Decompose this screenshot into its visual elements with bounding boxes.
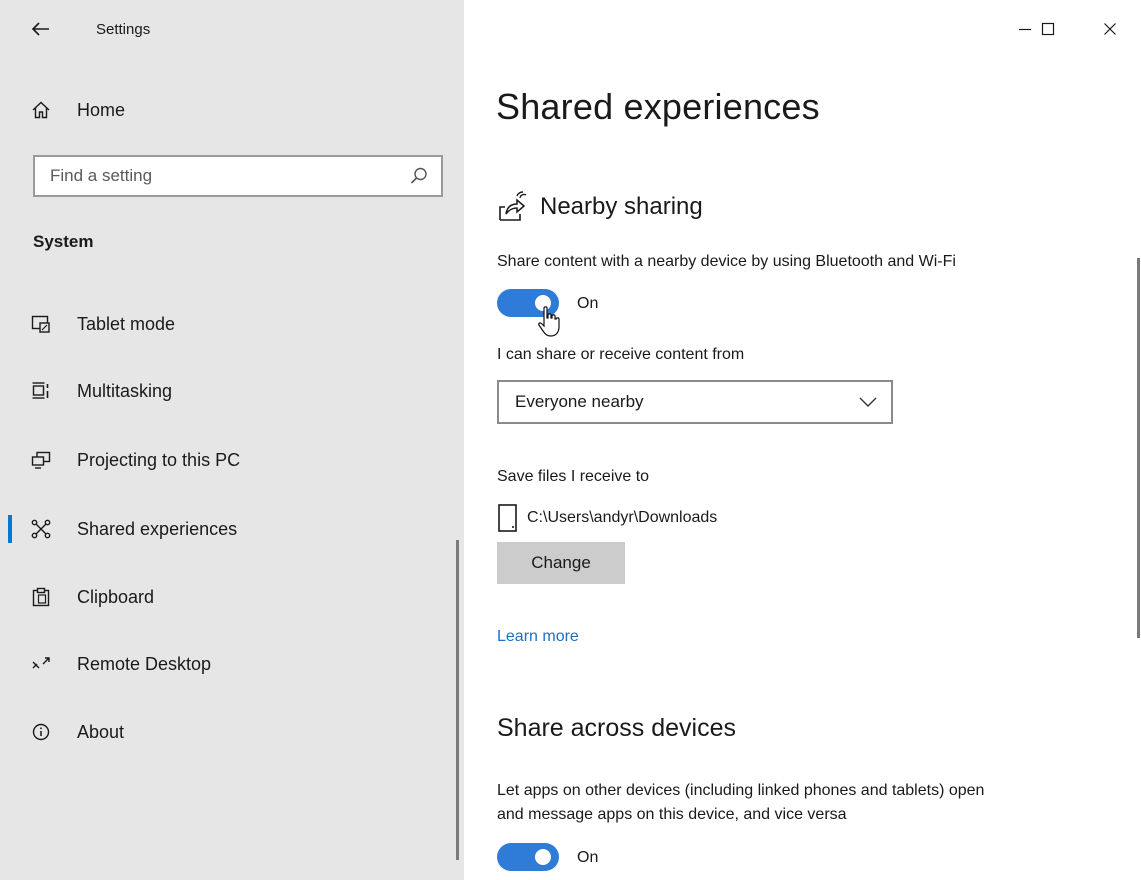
nearby-sharing-heading: Nearby sharing <box>496 190 703 224</box>
sidebar-item-multitasking[interactable]: Multitasking <box>0 367 464 415</box>
chevron-down-icon <box>859 397 877 407</box>
sidebar-item-label: Remote Desktop <box>77 653 212 674</box>
share-across-devices-heading: Share across devices <box>497 714 737 742</box>
info-icon <box>30 721 52 743</box>
sidebar-item-shared-experiences[interactable]: Shared experiences <box>0 505 464 553</box>
toggle-knob <box>535 849 551 865</box>
sidebar-item-label: Tablet mode <box>77 313 176 334</box>
change-button[interactable]: Change <box>497 542 625 584</box>
search-input[interactable] <box>48 165 392 187</box>
device-icon <box>498 504 517 532</box>
sidebar-item-label: Shared experiences <box>77 518 238 539</box>
toggle-knob <box>535 295 551 311</box>
projecting-icon <box>30 449 52 471</box>
sidebar-item-projecting[interactable]: Projecting to this PC <box>0 436 464 484</box>
remote-desktop-icon <box>30 653 52 675</box>
back-button[interactable] <box>26 14 56 44</box>
settings-window: Settings Home System <box>0 0 1141 880</box>
close-icon <box>1104 23 1116 35</box>
sidebar-item-label: About <box>77 721 125 742</box>
maximize-icon <box>1041 22 1055 36</box>
page-title: Shared experiences <box>496 86 820 127</box>
save-location-path: C:\Users\andyr\Downloads <box>527 509 718 526</box>
sidebar-item-tablet-mode[interactable]: Tablet mode <box>0 300 464 348</box>
share-across-devices-toggle-state: On <box>577 849 599 866</box>
home-icon <box>30 99 52 121</box>
app-title: Settings <box>96 21 151 38</box>
sidebar-item-label: Clipboard <box>77 586 155 607</box>
save-location-path-row: C:\Users\andyr\Downloads <box>497 503 717 533</box>
nearby-sharing-description: Share content with a nearby device by us… <box>497 253 956 270</box>
clipboard-icon <box>30 586 52 608</box>
share-across-devices-description-line2: and message apps on this device, and vic… <box>497 806 847 823</box>
save-location-label: Save files I receive to <box>497 468 650 485</box>
sidebar-scrollbar[interactable] <box>456 540 459 860</box>
section-header-system: System <box>33 232 94 251</box>
tablet-mode-icon <box>30 313 52 335</box>
share-across-devices-description-line1: Let apps on other devices (including lin… <box>497 782 985 799</box>
sidebar-item-label: Projecting to this PC <box>77 449 241 470</box>
nearby-sharing-icon <box>499 191 527 221</box>
sidebar-item-about[interactable]: About <box>0 708 464 756</box>
share-from-label: I can share or receive content from <box>497 346 745 363</box>
sidebar-item-label: Multitasking <box>77 380 173 401</box>
share-across-devices-toggle[interactable] <box>497 843 559 871</box>
search-icon[interactable] <box>409 166 429 186</box>
main-scrollbar[interactable] <box>1137 258 1140 638</box>
sidebar: Settings Home System <box>0 0 464 880</box>
sidebar-item-home[interactable]: Home <box>0 86 464 134</box>
active-indicator <box>8 515 12 543</box>
share-from-dropdown[interactable]: Everyone nearby <box>497 380 893 424</box>
maximize-button[interactable] <box>1028 14 1068 44</box>
close-button[interactable] <box>1090 14 1130 44</box>
sidebar-item-label: Home <box>77 99 126 120</box>
nearby-sharing-toggle[interactable] <box>497 289 559 317</box>
nearby-sharing-toggle-state: On <box>577 295 599 312</box>
multitasking-icon <box>30 380 52 402</box>
sidebar-item-clipboard[interactable]: Clipboard <box>0 573 464 621</box>
sidebar-item-remote-desktop[interactable]: Remote Desktop <box>0 640 464 688</box>
learn-more-link[interactable]: Learn more <box>497 628 579 646</box>
search-box <box>33 155 443 197</box>
nearby-sharing-title: Nearby sharing <box>540 193 703 220</box>
back-arrow-icon <box>32 22 49 36</box>
shared-experiences-icon <box>30 518 52 540</box>
share-from-selected-value: Everyone nearby <box>515 392 644 411</box>
